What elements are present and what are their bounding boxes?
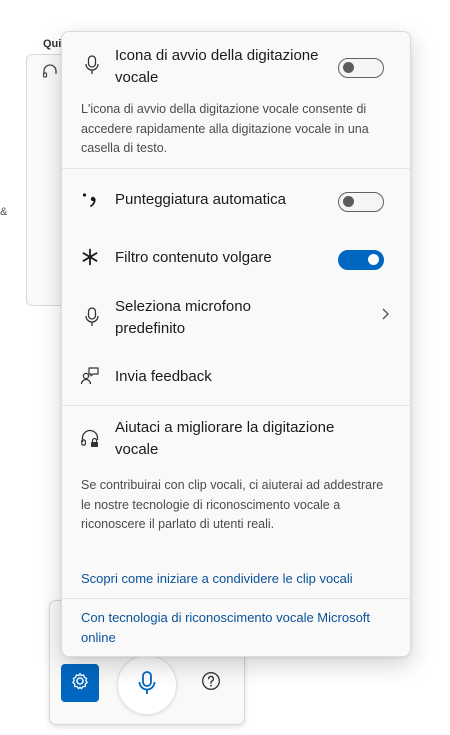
headset-lock-icon [80, 428, 100, 448]
background-window-title: Qui [43, 38, 62, 50]
background-headset-icon [42, 63, 58, 79]
asterisk-icon [80, 247, 100, 267]
improve-voice-typing-label: Aiutaci a migliorare la digitazione voca… [115, 419, 335, 458]
help-button[interactable] [200, 671, 222, 696]
improve-description: Se contribuirai con clip vocali, ci aiut… [81, 478, 384, 531]
online-speech-recognition-link[interactable]: Con tecnologia di riconoscimento vocale … [81, 608, 371, 648]
launcher-icon-label: Icona di avvio della digitazione vocale [115, 47, 319, 86]
microphone-button[interactable] [117, 655, 177, 715]
help-icon [201, 671, 221, 696]
microphone-icon [82, 307, 102, 327]
punctuation-icon [80, 190, 100, 210]
send-feedback-label[interactable]: Invia feedback [115, 366, 212, 388]
launcher-icon-description: L'icona di avvio della digitazione vocal… [81, 102, 369, 155]
voice-typing-settings-panel: Icona di avvio della digitazione vocale … [61, 31, 411, 657]
launcher-icon-toggle[interactable] [338, 58, 384, 78]
microphone-icon [136, 670, 158, 701]
settings-button[interactable] [61, 664, 99, 702]
divider [62, 598, 410, 599]
background-edge-glyph: & [0, 206, 8, 218]
auto-punctuation-toggle[interactable] [338, 192, 384, 212]
toggle-knob [368, 254, 379, 265]
feedback-icon [80, 366, 100, 386]
toggle-knob [343, 196, 354, 207]
divider [62, 405, 410, 406]
share-voice-clips-link[interactable]: Scopri come iniziare a condividere le cl… [81, 569, 353, 589]
microphone-icon [82, 55, 102, 75]
gear-icon [70, 671, 90, 696]
profanity-filter-toggle[interactable] [338, 250, 384, 270]
profanity-filter-label: Filtro contenuto volgare [115, 249, 272, 266]
toggle-knob [343, 62, 354, 73]
divider [62, 168, 410, 169]
chevron-right-icon[interactable] [380, 307, 390, 326]
default-microphone-label[interactable]: Seleziona microfono predefinito [115, 296, 295, 340]
auto-punctuation-label: Punteggiatura automatica [115, 191, 286, 208]
